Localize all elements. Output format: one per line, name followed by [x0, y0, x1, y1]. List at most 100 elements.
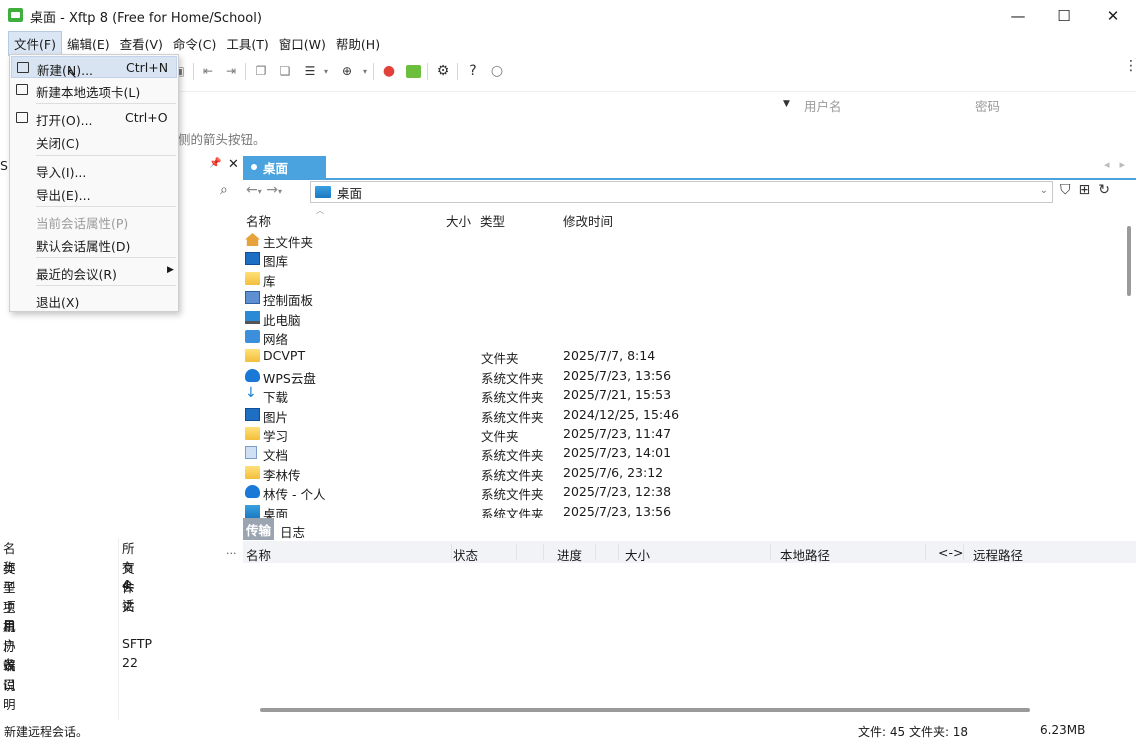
menu-item-new[interactable]: 新建(N)... Ctrl+N — [11, 56, 177, 78]
help-icon[interactable]: ? — [464, 62, 482, 80]
file-time: 2025/7/23, 13:56 — [563, 503, 672, 518]
vertical-scrollbar[interactable] — [1127, 226, 1131, 296]
transfer-column-status[interactable]: 状态 — [453, 545, 478, 564]
download-icon: ↓ — [245, 385, 257, 402]
path-input[interactable]: 桌面 ⌄ — [310, 181, 1053, 203]
horizontal-scrollbar[interactable] — [260, 708, 1030, 712]
file-name: 文档 — [263, 448, 289, 464]
file-name: 李林传 — [263, 467, 301, 483]
menu-view[interactable]: 查看(V) — [115, 32, 168, 55]
column-name[interactable]: 名称 — [246, 211, 271, 230]
xftp-app-icon — [8, 8, 23, 22]
refresh-icon[interactable]: ↻ — [1098, 182, 1110, 198]
file-row[interactable]: 库 — [244, 269, 1124, 289]
menu-item-import[interactable]: 导入(I)... — [11, 159, 177, 181]
menu-item-close[interactable]: 关闭(C) — [11, 130, 177, 152]
file-row[interactable]: DCVPT 文件夹 2025/7/7, 8:14 — [244, 346, 1124, 366]
transfer-column-direction[interactable]: <-> — [938, 545, 963, 560]
globe-icon[interactable]: ⊕ — [338, 62, 356, 80]
chevron-down-icon[interactable]: ⌄ — [1040, 185, 1048, 196]
close-window-button[interactable]: ✕ — [1089, 0, 1136, 31]
bookmark-icon[interactable]: ⛉ — [1060, 182, 1071, 198]
new-folder-icon[interactable]: ⊞ — [1079, 182, 1091, 198]
tab-status-icon — [251, 164, 257, 170]
menu-command[interactable]: 命令(C) — [168, 32, 221, 55]
column-size[interactable]: 大小 — [446, 211, 471, 230]
menu-window[interactable]: 窗口(W) — [274, 32, 331, 55]
column-type[interactable]: 类型 — [480, 211, 505, 230]
menu-tools[interactable]: 工具(T) — [221, 32, 273, 55]
tab-desktop[interactable]: 桌面 — [243, 156, 326, 178]
control-panel-icon — [245, 291, 260, 305]
file-row[interactable]: 图库 — [244, 249, 1124, 269]
tab-scroll-arrows-icon[interactable]: ◂▸ — [1104, 158, 1135, 171]
file-name: 库 — [263, 273, 276, 289]
transfer-column-remote-path[interactable]: 远程路径 — [973, 545, 1023, 564]
folder-icon — [245, 465, 260, 479]
transfer-column-name[interactable]: 名称 — [246, 545, 271, 564]
file-name: DCVPT — [263, 348, 306, 364]
file-row[interactable]: 桌面 系统文件夹 2025/7/23, 13:56 — [244, 502, 1124, 518]
file-row[interactable]: 李林传 系统文件夹 2025/7/6, 23:12 — [244, 463, 1124, 483]
search-icon[interactable]: ⌕ — [220, 182, 228, 198]
path-navigation: ←▾ →▾ — [246, 182, 282, 198]
chevron-down-icon[interactable]: ▾ — [317, 62, 335, 80]
desktop-icon — [245, 504, 260, 518]
forward-arrow-icon[interactable]: → — [266, 182, 278, 198]
menu-item-default-session-properties[interactable]: 默认会话属性(D) — [11, 233, 177, 255]
file-row[interactable]: 主文件夹 — [244, 230, 1124, 250]
menu-help[interactable]: 帮助(H) — [331, 32, 385, 55]
close-icon[interactable]: ✕ — [228, 157, 239, 172]
menu-item-export[interactable]: 导出(E)... — [11, 182, 177, 204]
cloud-icon — [245, 368, 260, 382]
file-name: 网络 — [263, 332, 289, 347]
pin-icon[interactable]: 📌 — [209, 158, 221, 169]
settings-gear-icon[interactable]: ⚙ — [434, 62, 452, 80]
transfer-column-progress[interactable]: 进度 — [557, 545, 582, 564]
file-name: WPS云盘 — [263, 370, 316, 386]
back-arrow-icon[interactable]: ← — [246, 182, 258, 198]
file-row[interactable]: 学习 文件夹 2025/7/23, 11:47 — [244, 424, 1124, 444]
file-row[interactable]: 网络 — [244, 327, 1124, 347]
back-icon[interactable]: ⇤ — [199, 62, 217, 80]
chat-icon[interactable]: ○ — [488, 62, 506, 80]
column-modified[interactable]: 修改时间 — [563, 211, 613, 230]
tab-transfer[interactable]: 传输 — [243, 518, 274, 540]
file-row[interactable]: 林传 - 个人 系统文件夹 2025/7/23, 12:38 — [244, 482, 1124, 502]
file-row[interactable]: 文档 系统文件夹 2025/7/23, 14:01 — [244, 443, 1124, 463]
file-time: 2025/7/6, 23:12 — [563, 464, 664, 480]
file-row[interactable]: ↓ 下载 系统文件夹 2025/7/21, 15:53 — [244, 385, 1124, 405]
minimize-button[interactable]: — — [994, 0, 1042, 31]
username-input[interactable]: 用户名 — [804, 96, 842, 115]
menu-item-new-local-tab[interactable]: 新建本地选项卡(L) — [11, 79, 177, 101]
copy-icon[interactable]: ❐ — [252, 62, 270, 80]
transfer-column-size[interactable]: 大小 — [625, 545, 650, 564]
xftp-icon[interactable] — [404, 62, 422, 80]
file-time: 2025/7/23, 13:56 — [563, 367, 672, 383]
file-row[interactable]: 控制面板 — [244, 288, 1124, 308]
forward-icon[interactable]: ⇥ — [222, 62, 240, 80]
xshell-icon[interactable]: ● — [380, 62, 398, 80]
menu-item-open[interactable]: 打开(O)... Ctrl+O — [11, 107, 177, 129]
file-name: 图片 — [263, 409, 289, 425]
tab-log[interactable]: 日志 — [280, 522, 305, 541]
paste-icon[interactable]: ❏ — [276, 62, 294, 80]
menu-edit[interactable]: 编辑(E) — [62, 32, 115, 55]
chevron-down-icon[interactable]: ▾ — [356, 62, 374, 80]
open-folder-icon — [16, 112, 28, 123]
menu-file[interactable]: 文件(F) — [8, 30, 62, 56]
menu-item-recent-sessions[interactable]: 最近的会议(R) ▶ — [11, 261, 177, 283]
maximize-button[interactable]: ☐ — [1040, 0, 1088, 31]
more-icon[interactable]: ... — [226, 544, 237, 557]
transfer-table-header: 名称 状态 进度 大小 本地路径 <-> 远程路径 — [243, 541, 1136, 563]
property-value: SFTP — [122, 635, 153, 651]
password-input[interactable]: 密码 — [975, 96, 1000, 115]
file-time: 2024/12/25, 15:46 — [563, 406, 680, 422]
transfer-column-local-path[interactable]: 本地路径 — [780, 545, 830, 564]
file-row[interactable]: 图片 系统文件夹 2024/12/25, 15:46 — [244, 405, 1124, 425]
menu-bar: 文件(F) 编辑(E) 查看(V) 命令(C) 工具(T) 窗口(W) 帮助(H… — [0, 30, 1136, 56]
file-row[interactable]: WPS云盘 系统文件夹 2025/7/23, 13:56 — [244, 366, 1124, 386]
menu-item-exit[interactable]: 退出(X) — [11, 289, 177, 311]
file-row[interactable]: 此电脑 — [244, 308, 1124, 328]
chevron-down-icon[interactable]: ▼ — [783, 99, 790, 109]
